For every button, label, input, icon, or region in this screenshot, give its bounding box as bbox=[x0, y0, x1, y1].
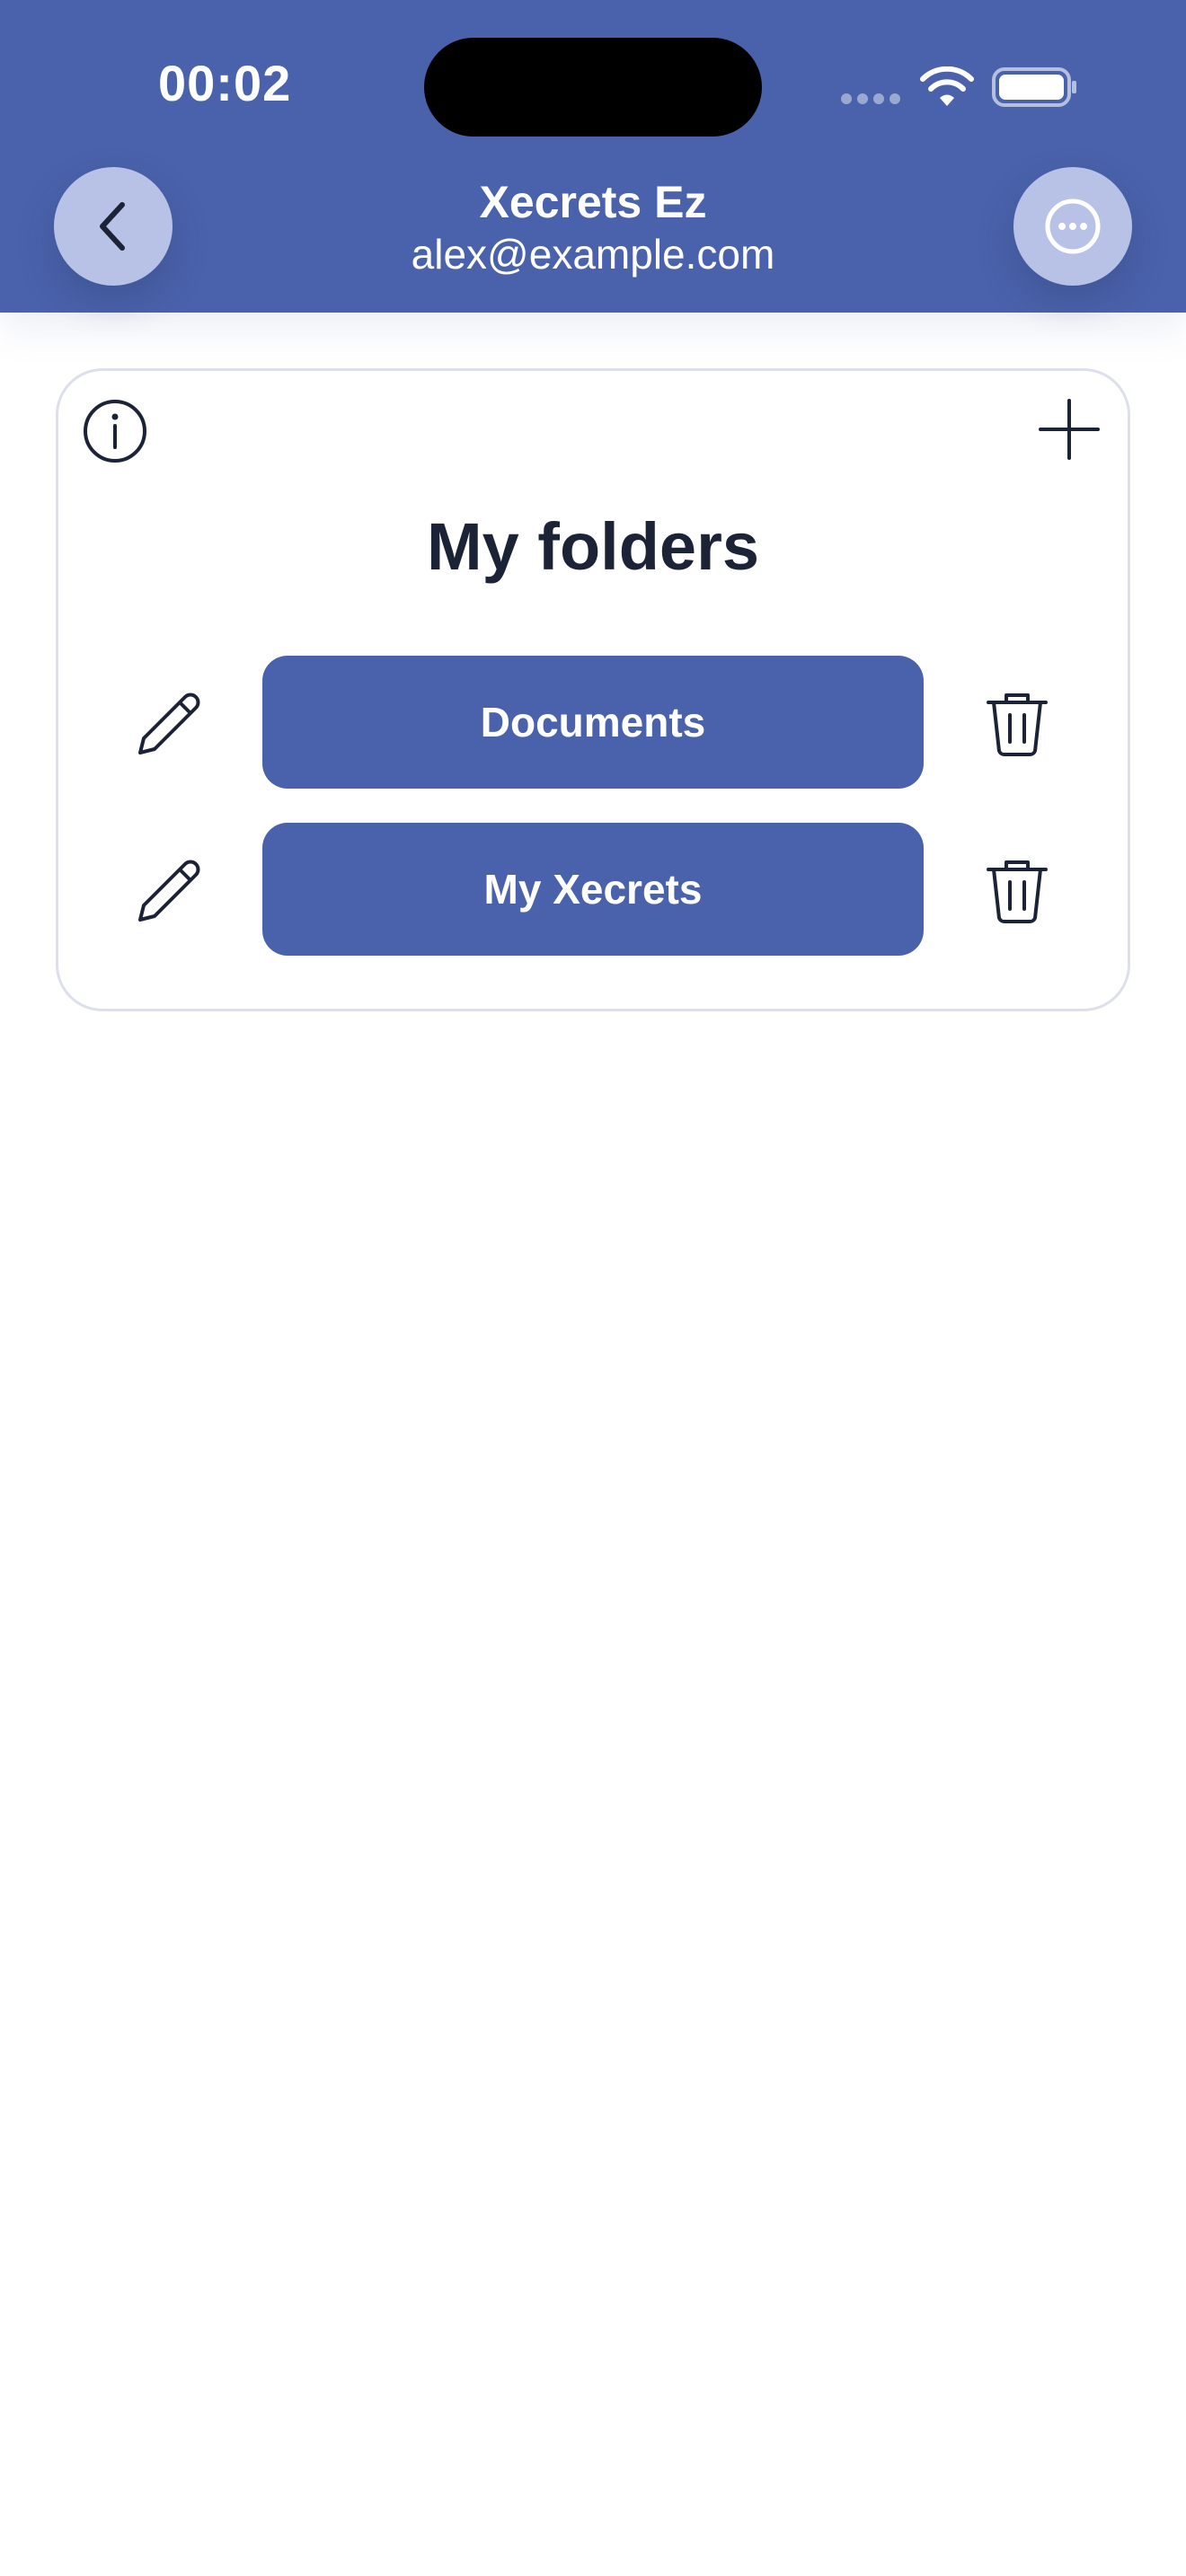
ellipsis-circle-icon bbox=[1045, 198, 1101, 254]
account-email: alex@example.com bbox=[411, 231, 775, 278]
trash-icon[interactable] bbox=[981, 855, 1053, 927]
folder-button-documents[interactable]: Documents bbox=[262, 656, 924, 789]
app-header: 00:02 Xecrets Ez alex@example.com bbox=[0, 0, 1186, 313]
info-circle-icon[interactable] bbox=[81, 397, 149, 465]
wifi-icon bbox=[920, 66, 974, 106]
status-time: 00:02 bbox=[158, 55, 292, 111]
pencil-icon[interactable] bbox=[133, 855, 205, 927]
pencil-icon[interactable] bbox=[133, 688, 205, 760]
cellular-signal-icon bbox=[841, 93, 900, 104]
battery-icon bbox=[992, 67, 1076, 107]
folder-button-my-xecrets[interactable]: My Xecrets bbox=[262, 823, 924, 956]
plus-icon[interactable] bbox=[1035, 395, 1103, 463]
more-options-button[interactable] bbox=[1013, 167, 1132, 286]
trash-icon[interactable] bbox=[981, 688, 1053, 760]
folders-title: My folders bbox=[426, 509, 760, 584]
page-title: Xecrets Ez bbox=[479, 177, 707, 227]
dynamic-island bbox=[424, 38, 762, 137]
